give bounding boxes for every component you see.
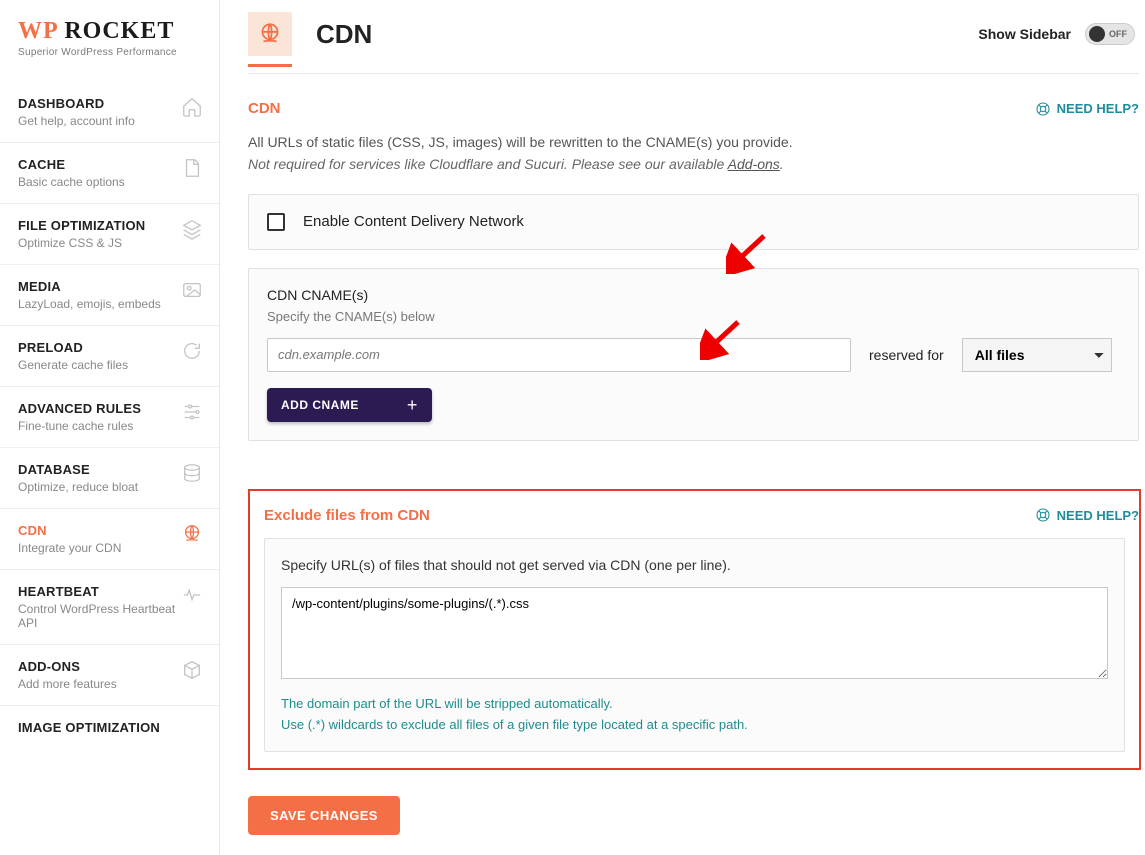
add-cname-button[interactable]: ADD CNAME + [267,388,432,422]
nav-title: DATABASE [18,462,138,477]
nav-title: IMAGE OPTIMIZATION [18,720,160,735]
plus-icon: + [407,396,418,414]
nav-sub: Integrate your CDN [18,541,121,555]
image-icon [181,279,203,301]
exclude-hint-1: The domain part of the URL will be strip… [281,694,1108,715]
exclude-label: Specify URL(s) of files that should not … [281,557,1108,573]
nav-sub: Control WordPress Heartbeat API [18,602,181,630]
logo: WP ROCKET Superior WordPress Performance [0,0,219,64]
nav-title: FILE OPTIMIZATION [18,218,145,233]
exclude-textarea[interactable] [281,587,1108,679]
nav-title: CACHE [18,157,125,172]
nav-sub: Fine-tune cache rules [18,419,141,433]
cname-subtitle: Specify the CNAME(s) below [267,309,1120,324]
need-help-link[interactable]: NEED HELP? [1035,101,1139,117]
sidebar-item-file-optimization[interactable]: FILE OPTIMIZATION Optimize CSS & JS [0,204,219,265]
cdn-description: All URLs of static files (CSS, JS, image… [248,131,1139,176]
heartbeat-icon [181,584,203,606]
sidebar-item-addons[interactable]: ADD-ONS Add more features [0,645,219,706]
cname-panel: CDN CNAME(s) Specify the CNAME(s) below … [248,268,1139,441]
nav-title: ADD-ONS [18,659,117,674]
show-sidebar-label: Show Sidebar [978,26,1071,42]
sidebar-item-dashboard[interactable]: DASHBOARD Get help, account info [0,82,219,143]
sidebar-item-cdn[interactable]: CDN Integrate your CDN [0,509,219,570]
globe-icon [181,523,203,545]
sidebar-item-heartbeat[interactable]: HEARTBEAT Control WordPress Heartbeat API [0,570,219,645]
help-icon [1035,101,1051,117]
nav-sub: Generate cache files [18,358,128,372]
exclude-panel: Specify URL(s) of files that should not … [264,538,1125,753]
database-icon [181,462,203,484]
main: CDN Show Sidebar OFF CDN NEED HELP? [220,0,1145,855]
sidebar-item-media[interactable]: MEDIA LazyLoad, emojis, embeds [0,265,219,326]
toggle-state: OFF [1109,29,1127,39]
nav-sub: Basic cache options [18,175,125,189]
toggle-knob [1089,26,1105,42]
enable-cdn-checkbox[interactable] [267,213,285,231]
cdn-desc-line2b: . [780,156,784,172]
page-header: CDN Show Sidebar OFF [248,12,1145,56]
cdn-section: CDN NEED HELP? All URLs of static files … [248,74,1145,441]
cname-input[interactable] [267,338,851,372]
sidebar-item-image-optimization[interactable]: IMAGE OPTIMIZATION [0,706,219,741]
sidebar-item-preload[interactable]: PRELOAD Generate cache files [0,326,219,387]
cdn-desc-line2a: Not required for services like Cloudflar… [248,156,728,172]
page-globe-icon [248,12,292,56]
logo-brand-wp: WP [18,18,57,44]
help-text: NEED HELP? [1057,508,1139,523]
nav-sub: Add more features [18,677,117,691]
help-icon [1035,507,1051,523]
cname-title: CDN CNAME(s) [267,287,1120,303]
sidebar-nav: DASHBOARD Get help, account info CACHE Bas… [0,82,219,741]
sliders-icon [181,401,203,423]
sidebar-item-cache[interactable]: CACHE Basic cache options [0,143,219,204]
file-icon [181,157,203,179]
need-help-link[interactable]: NEED HELP? [1035,507,1139,523]
nav-sub: LazyLoad, emojis, embeds [18,297,161,311]
nav-title: MEDIA [18,279,161,294]
tab-underline [248,64,292,67]
logo-tagline: Superior WordPress Performance [18,47,201,58]
save-changes-button[interactable]: SAVE CHANGES [248,796,400,835]
refresh-icon [181,340,203,362]
package-icon [181,659,203,681]
sidebar-item-advanced-rules[interactable]: ADVANCED RULES Fine-tune cache rules [0,387,219,448]
layers-icon [181,218,203,240]
enable-cdn-row[interactable]: Enable Content Delivery Network [267,213,1120,231]
enable-cdn-panel: Enable Content Delivery Network [248,194,1139,250]
sidebar-item-database[interactable]: DATABASE Optimize, reduce bloat [0,448,219,509]
logo-brand-rocket: ROCKET [57,18,174,44]
cdn-desc-line1: All URLs of static files (CSS, JS, image… [248,131,1139,153]
enable-cdn-label: Enable Content Delivery Network [303,213,524,230]
nav-sub: Optimize CSS & JS [18,236,145,250]
exclude-hint-2: Use (.*) wildcards to exclude all files … [281,715,1108,736]
show-sidebar-toggle[interactable]: OFF [1085,23,1135,45]
home-icon [181,96,203,118]
add-cname-label: ADD CNAME [281,398,359,412]
exclude-section: Exclude files from CDN NEED HELP? Specif… [248,489,1141,771]
addons-link[interactable]: Add-ons [728,156,780,172]
nav-title: CDN [18,523,121,538]
exclude-title: Exclude files from CDN [264,507,430,524]
nav-sub: Optimize, reduce bloat [18,480,138,494]
nav-title: HEARTBEAT [18,584,181,599]
sidebar: WP ROCKET Superior WordPress Performance… [0,0,220,855]
cdn-section-title: CDN [248,100,281,117]
nav-title: ADVANCED RULES [18,401,141,416]
help-text: NEED HELP? [1057,101,1139,116]
reserved-for-label: reserved for [869,347,944,363]
page-title: CDN [316,19,372,50]
nav-title: PRELOAD [18,340,128,355]
reserved-for-select[interactable]: All files [962,338,1112,372]
nav-sub: Get help, account info [18,114,135,128]
exclude-hint: The domain part of the URL will be strip… [281,694,1108,736]
nav-title: DASHBOARD [18,96,135,111]
